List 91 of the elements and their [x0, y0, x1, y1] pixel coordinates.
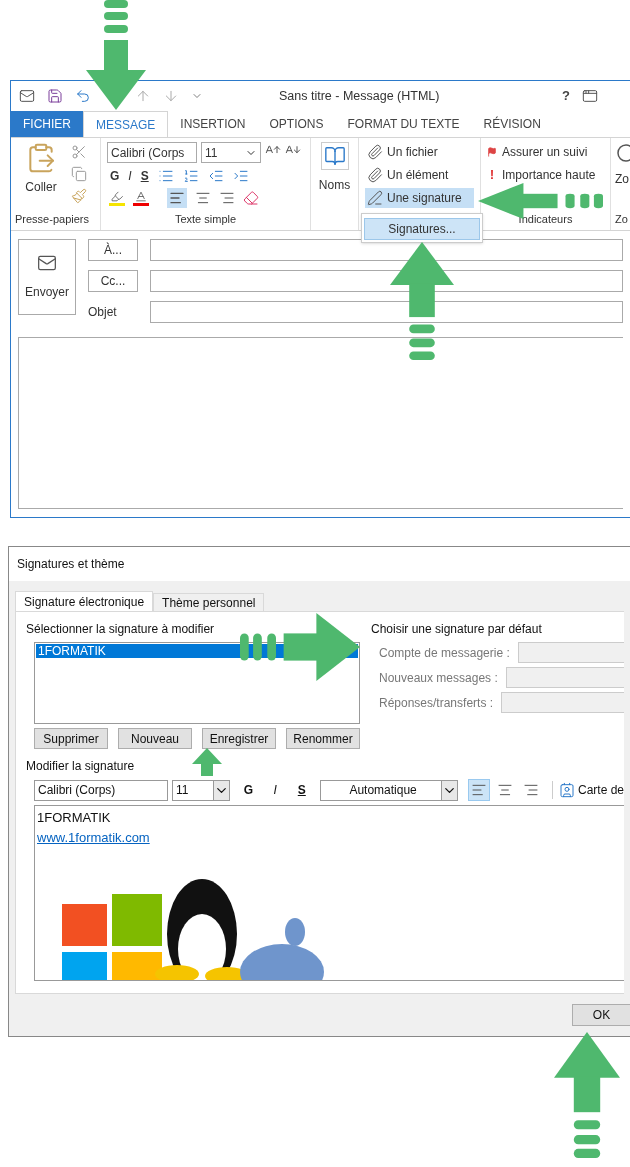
cc-button[interactable]: Cc...: [88, 270, 138, 292]
envelope-icon: [37, 253, 57, 273]
dialog-title: Signatures et thème: [17, 556, 125, 573]
italic-button[interactable]: I: [128, 167, 132, 185]
format-painter-icon[interactable]: [71, 188, 87, 204]
dialog-button[interactable]: Renommer: [286, 728, 360, 749]
group-label: Zo: [615, 211, 629, 227]
dialog-tab[interactable]: Signature électronique: [15, 591, 154, 611]
section-label: Choisir une signature par défaut: [371, 621, 543, 638]
subject-label: Objet: [88, 304, 118, 321]
decrease-indent-icon[interactable]: [207, 168, 224, 184]
underline-button[interactable]: S: [140, 167, 149, 185]
insert-menu-button[interactable]: Un fichier: [365, 142, 474, 162]
increase-indent-icon[interactable]: [232, 168, 249, 184]
address-book-icon: [320, 142, 349, 170]
field-label: Nouveaux messages :: [379, 669, 498, 687]
eraser-icon[interactable]: [243, 190, 259, 206]
annotation-arrow: [192, 748, 222, 776]
save-icon[interactable]: [47, 88, 63, 104]
paperclip-icon: [367, 144, 383, 160]
menu-item[interactable]: Signatures...: [364, 218, 480, 240]
dropdown-field[interactable]: [505, 667, 624, 688]
ok-button[interactable]: OK: [572, 1004, 630, 1026]
dropdown-icon[interactable]: [213, 780, 229, 800]
signature-editor[interactable]: 1FORMATIK www.1formatik.com: [34, 805, 624, 981]
ribbon-tab[interactable]: FICHIER: [11, 111, 83, 137]
contact-card-icon: [559, 782, 575, 798]
paste-button[interactable]: Coller: [19, 142, 63, 211]
italic-button[interactable]: I: [266, 781, 284, 799]
ribbon-tab[interactable]: OPTIONS: [257, 111, 336, 137]
tag-button[interactable]: Assurer un suivi: [487, 142, 604, 162]
cut-icon[interactable]: [71, 144, 87, 160]
zoom-button[interactable]: Zo: [615, 142, 630, 188]
underline-button[interactable]: S: [293, 781, 311, 799]
bold-button[interactable]: G: [240, 781, 257, 799]
field-label: Réponses/transferts :: [379, 694, 494, 712]
tag-button[interactable]: ! Importance haute: [487, 165, 604, 185]
send-button[interactable]: Envoyer: [18, 239, 76, 315]
signature-text: 1FORMATIK: [37, 809, 112, 827]
align-left-icon: [471, 782, 487, 798]
pen-icon: [367, 190, 383, 206]
color-field[interactable]: Automatique: [320, 779, 458, 801]
dropdown-field[interactable]: [517, 642, 624, 663]
bold-button[interactable]: G: [110, 167, 120, 185]
dropdown-icon[interactable]: [441, 780, 457, 800]
align-left-button[interactable]: [167, 188, 187, 208]
size-field[interactable]: 11: [172, 779, 230, 801]
window-title: Sans titre - Message (HTML): [279, 87, 440, 105]
subject-field[interactable]: [150, 301, 623, 323]
signature-link[interactable]: www.1formatik.com: [37, 827, 150, 847]
up-arrow-icon[interactable]: [135, 88, 151, 104]
names-button[interactable]: Noms: [318, 142, 351, 194]
paperclip-icon: [367, 167, 383, 183]
align-button[interactable]: [468, 779, 490, 801]
align-right-icon: [523, 782, 539, 798]
ribbon-tab[interactable]: MESSAGE: [83, 111, 169, 137]
numbered-list-icon[interactable]: [182, 168, 199, 184]
align-right-icon[interactable]: [219, 190, 235, 206]
highlighter-icon[interactable]: [109, 190, 125, 206]
align-center-icon[interactable]: [195, 190, 211, 206]
font-field[interactable]: Calibri (Corps): [34, 779, 168, 801]
undo-icon[interactable]: [75, 88, 91, 104]
dialog-button[interactable]: Supprimer: [34, 728, 108, 749]
ribbon-tab[interactable]: FORMAT DU TEXTE: [335, 111, 472, 137]
font-field[interactable]: Calibri (Corps: [107, 142, 197, 163]
to-button[interactable]: À...: [88, 239, 138, 261]
mail-icon[interactable]: [19, 88, 35, 104]
group-label: Presse-papiers: [14, 211, 90, 227]
insert-menu-button[interactable]: Un élément: [365, 165, 474, 185]
business-card-button[interactable]: Carte de: [552, 781, 624, 799]
group-label: Indicateurs: [518, 211, 573, 227]
align-left-icon: [169, 190, 185, 206]
ribbon-tab[interactable]: RÉVISION: [471, 111, 553, 137]
section-label: Sélectionner la signature à modifier: [26, 621, 216, 638]
flag-icon: [487, 144, 497, 160]
align-center-icon: [497, 782, 513, 798]
ribbon-tab[interactable]: INSERTION: [168, 111, 258, 137]
insert-menu-button[interactable]: Une signature: [365, 188, 474, 208]
cc-field[interactable]: [150, 270, 623, 292]
dialog-button[interactable]: Enregistrer: [202, 728, 276, 749]
field-label: Compte de messagerie :: [379, 644, 510, 662]
size-field[interactable]: 11: [201, 142, 261, 163]
dialog-tab[interactable]: Thème personnel: [153, 593, 265, 611]
group-label: Texte simple: [174, 211, 237, 227]
font-color-icon[interactable]: [133, 190, 149, 206]
dropdown-field[interactable]: [501, 692, 624, 713]
bullet-list-icon[interactable]: [157, 168, 174, 184]
help-button[interactable]: ?: [562, 86, 570, 106]
copy-icon[interactable]: [71, 166, 87, 182]
dialog-button[interactable]: Nouveau: [118, 728, 192, 749]
section-label: Modifier la signature: [26, 758, 135, 775]
